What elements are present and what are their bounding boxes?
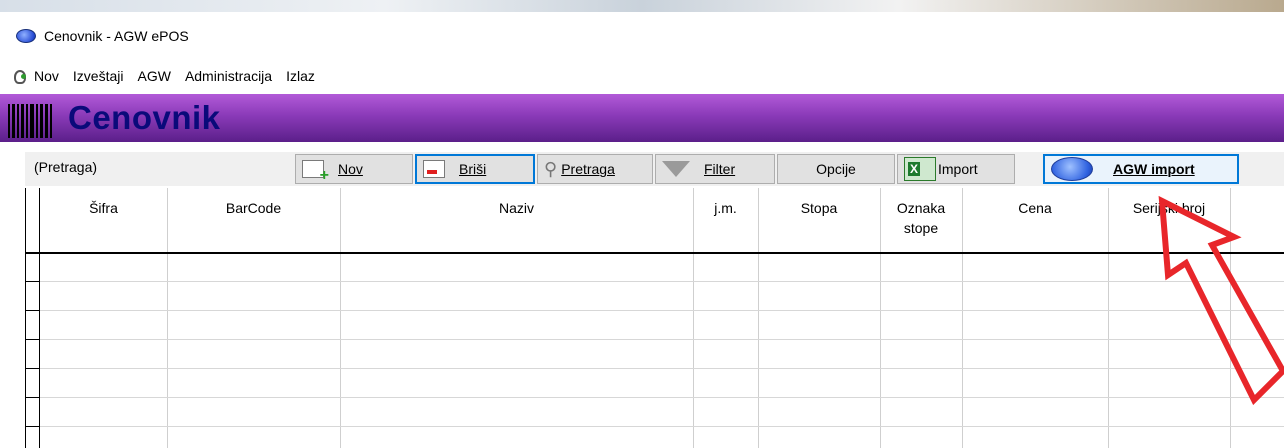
search-button[interactable]: ⚲ Pretraga: [537, 154, 653, 184]
new-document-icon: [302, 160, 329, 185]
menu-bar: Nov Izveštaji AGW Administracija Izlaz: [0, 62, 1284, 90]
app-icon: [16, 29, 36, 43]
import-button[interactable]: Import: [897, 154, 1015, 184]
price-list-table[interactable]: Šifra BarCode Naziv j.m. Stopa Oznaka st…: [25, 188, 1284, 448]
filter-button[interactable]: Filter: [655, 154, 775, 184]
row-header-tick: [26, 310, 40, 311]
row-header-separator: [39, 188, 40, 448]
delete-icon: [423, 160, 445, 178]
new-button[interactable]: Nov: [295, 154, 413, 185]
delete-button-label: Briši: [459, 161, 487, 177]
row-header-tick: [26, 397, 40, 398]
window-titlebar: Cenovnik - AGW ePOS: [0, 12, 1284, 60]
import-button-label: Import: [938, 161, 978, 177]
header-divider: [26, 252, 1284, 254]
table-row[interactable]: [26, 397, 1284, 398]
page-title: Cenovnik: [68, 99, 221, 136]
column-header-stopa[interactable]: Stopa: [758, 198, 880, 218]
excel-icon: [904, 157, 936, 181]
agw-import-button[interactable]: AGW import: [1043, 154, 1239, 184]
column-header-cena[interactable]: Cena: [962, 198, 1108, 218]
menu-item-nov[interactable]: Nov: [34, 66, 59, 86]
menu-item-izlaz[interactable]: Izlaz: [286, 66, 315, 86]
row-header-tick: [26, 281, 40, 282]
row-header-tick: [26, 339, 40, 340]
menu-item-agw[interactable]: AGW: [137, 66, 170, 86]
search-button-label: Pretraga: [561, 161, 615, 177]
row-header-tick: [26, 368, 40, 369]
column-separator: [693, 188, 694, 448]
magnifier-icon: ⚲: [544, 158, 558, 179]
search-input[interactable]: (Pretraga): [30, 155, 292, 183]
column-header-sifra[interactable]: Šifra: [40, 198, 167, 218]
options-button-label: Opcije: [816, 161, 856, 177]
toolbar: (Pretraga) Nov Briši ⚲ Pretraga Filter O…: [25, 152, 1284, 186]
delete-button[interactable]: Briši: [415, 154, 535, 184]
column-separator: [1108, 188, 1109, 448]
row-header-tick: [26, 426, 40, 427]
menu-item-administracija[interactable]: Administracija: [185, 66, 272, 86]
column-separator: [340, 188, 341, 448]
barcode-icon: [8, 98, 54, 138]
column-header-naziv[interactable]: Naziv: [340, 198, 693, 218]
annotation-arrow-icon: [1158, 195, 1284, 405]
column-separator: [962, 188, 963, 448]
table-row[interactable]: [26, 310, 1284, 311]
table-row[interactable]: [26, 368, 1284, 369]
agw-logo-icon: [1051, 157, 1093, 181]
table-row[interactable]: [26, 426, 1284, 427]
funnel-icon: [662, 161, 690, 177]
system-menu-icon[interactable]: [12, 68, 28, 84]
page-banner: Cenovnik: [0, 94, 1284, 142]
new-button-label: Nov: [338, 161, 363, 177]
agw-import-button-label: AGW import: [1113, 161, 1195, 177]
table-row[interactable]: [26, 281, 1284, 282]
column-header-barcode[interactable]: BarCode: [167, 198, 340, 218]
column-header-oznaka-stope[interactable]: Oznaka stope: [880, 198, 962, 238]
menu-item-izvestaji[interactable]: Izveštaji: [73, 66, 124, 86]
options-button[interactable]: Opcije: [777, 154, 895, 184]
window-title: Cenovnik - AGW ePOS: [44, 28, 189, 44]
column-header-jm[interactable]: j.m.: [693, 198, 758, 218]
filter-button-label: Filter: [704, 161, 736, 177]
column-separator: [167, 188, 168, 448]
table-row[interactable]: [26, 339, 1284, 340]
column-separator: [758, 188, 759, 448]
